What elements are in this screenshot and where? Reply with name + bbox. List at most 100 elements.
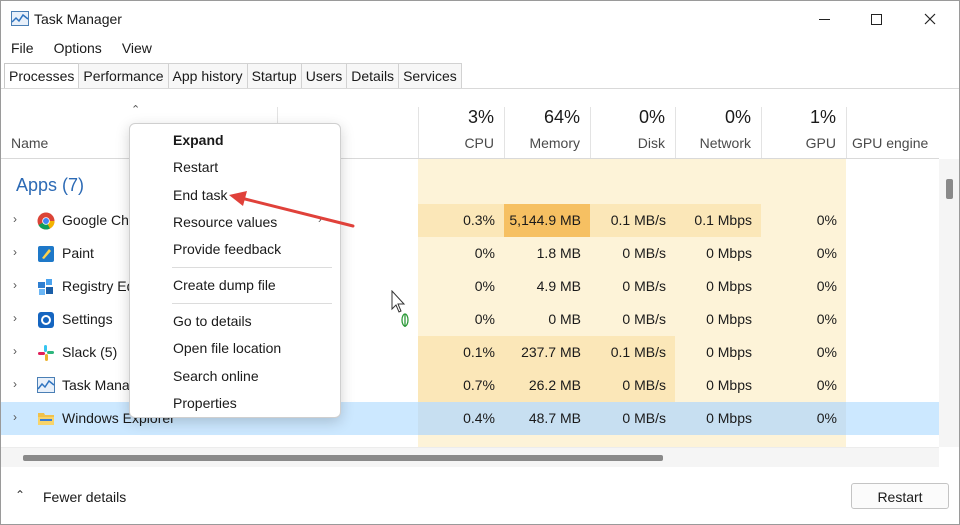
cell-network: 0 Mbps bbox=[706, 245, 752, 261]
cell-cpu: 0% bbox=[474, 311, 495, 327]
cell-disk: 0.1 MB/s bbox=[590, 204, 675, 237]
ctx-end-task[interactable]: End task bbox=[173, 187, 227, 203]
cell-gpu: 0% bbox=[816, 311, 837, 327]
menu-view[interactable]: View bbox=[112, 37, 162, 61]
cell-network: 0 Mbps bbox=[706, 311, 752, 327]
cell-memory: 26.2 MB bbox=[504, 369, 590, 402]
horizontal-scrollbar[interactable] bbox=[1, 447, 939, 467]
vertical-scrollbar[interactable] bbox=[939, 159, 959, 447]
cell-gpu: 0% bbox=[816, 278, 837, 294]
ctx-expand[interactable]: Expand bbox=[173, 132, 224, 148]
ctx-open-file-location[interactable]: Open file location bbox=[173, 340, 281, 356]
maximize-icon bbox=[870, 13, 882, 25]
cell-disk: 0 MB/s bbox=[590, 369, 675, 402]
tab-startup[interactable]: Startup bbox=[246, 63, 302, 88]
tab-strip: Processes Performance App history Startu… bbox=[4, 63, 462, 89]
cell-memory: 0 MB bbox=[548, 311, 581, 327]
settings-icon bbox=[37, 311, 55, 329]
cell-gpu: 0% bbox=[761, 402, 846, 435]
network-total: 0% bbox=[724, 107, 751, 127]
chrome-icon bbox=[37, 212, 55, 230]
chevron-right-icon[interactable]: › bbox=[13, 344, 17, 358]
network-label: Network bbox=[699, 135, 751, 151]
tab-details[interactable]: Details bbox=[346, 63, 400, 88]
cell-network: 0 Mbps bbox=[706, 377, 752, 393]
chevron-right-icon[interactable]: › bbox=[13, 377, 17, 391]
cell-memory: 1.8 MB bbox=[536, 245, 581, 261]
chevron-right-icon[interactable]: › bbox=[13, 311, 17, 325]
menu-options[interactable]: Options bbox=[44, 37, 112, 61]
column-disk[interactable]: 0% Disk bbox=[590, 107, 675, 159]
paint-icon bbox=[37, 245, 55, 263]
tab-services[interactable]: Services bbox=[398, 63, 462, 88]
chevron-right-icon[interactable]: › bbox=[13, 410, 17, 424]
cell-memory: 5,144.9 MB bbox=[504, 204, 590, 237]
gpu-total: 1% bbox=[809, 107, 836, 127]
tab-app-history[interactable]: App history bbox=[167, 63, 248, 88]
ctx-separator bbox=[172, 267, 332, 268]
cell-disk: 0 MB/s bbox=[590, 402, 675, 435]
horizontal-scroll-thumb[interactable] bbox=[23, 455, 663, 461]
group-header-apps[interactable]: Apps (7) bbox=[16, 175, 84, 196]
gpu-engine-total bbox=[852, 107, 929, 128]
context-menu: Expand Restart End task Resource values … bbox=[129, 123, 341, 418]
cell-disk: 0 MB/s bbox=[622, 245, 666, 261]
ctx-search-online[interactable]: Search online bbox=[173, 368, 259, 384]
cell-cpu: 0.1% bbox=[418, 336, 504, 369]
cell-disk: 0 MB/s bbox=[622, 311, 666, 327]
folder-icon bbox=[37, 410, 55, 428]
sort-caret-icon: ⌃ bbox=[131, 104, 141, 116]
column-cpu[interactable]: 3% CPU bbox=[418, 107, 504, 159]
column-name[interactable]: Name bbox=[11, 135, 48, 151]
ctx-properties[interactable]: Properties bbox=[173, 395, 237, 411]
close-icon bbox=[924, 13, 936, 25]
column-gpu[interactable]: 1% GPU bbox=[761, 107, 846, 159]
ctx-resource-values[interactable]: Resource values bbox=[173, 214, 277, 230]
vertical-scroll-thumb[interactable] bbox=[946, 179, 953, 199]
gpu-engine-label: GPU engine bbox=[852, 135, 929, 151]
task-manager-icon bbox=[37, 377, 55, 395]
cell-memory: 237.7 MB bbox=[504, 336, 590, 369]
cell-memory: 4.9 MB bbox=[536, 278, 581, 294]
fewer-details-link[interactable]: Fewer details bbox=[43, 489, 126, 505]
cell-gpu: 0% bbox=[816, 377, 837, 393]
ctx-restart[interactable]: Restart bbox=[173, 159, 218, 175]
footer: ⌃ Fewer details Restart bbox=[1, 467, 959, 524]
minimize-button[interactable] bbox=[801, 1, 847, 37]
cell-cpu: 0.4% bbox=[418, 402, 504, 435]
column-memory[interactable]: 64% Memory bbox=[504, 107, 590, 159]
ctx-separator bbox=[172, 303, 332, 304]
chevron-right-icon[interactable]: › bbox=[13, 278, 17, 292]
maximize-button[interactable] bbox=[853, 1, 899, 37]
process-name: Paint bbox=[62, 245, 94, 261]
ctx-provide-feedback[interactable]: Provide feedback bbox=[173, 241, 281, 257]
menu-file[interactable]: File bbox=[1, 37, 44, 61]
cell-network: 0 Mbps bbox=[675, 402, 761, 435]
ctx-create-dump-file[interactable]: Create dump file bbox=[173, 277, 276, 293]
tab-processes[interactable]: Processes bbox=[4, 63, 80, 89]
tab-users[interactable]: Users bbox=[300, 63, 348, 88]
task-manager-window: Task Manager File Options View Processes… bbox=[0, 0, 960, 525]
restart-button[interactable]: Restart bbox=[851, 483, 949, 509]
cell-gpu: 0% bbox=[816, 344, 837, 360]
close-button[interactable] bbox=[907, 1, 953, 37]
window-title: Task Manager bbox=[34, 11, 122, 27]
cell-network: 0 Mbps bbox=[706, 344, 752, 360]
cell-memory: 48.7 MB bbox=[504, 402, 590, 435]
tab-performance[interactable]: Performance bbox=[78, 63, 169, 88]
chevron-up-icon[interactable]: ⌃ bbox=[15, 488, 25, 502]
cell-gpu: 0% bbox=[816, 212, 837, 228]
cell-cpu: 0.3% bbox=[418, 204, 504, 237]
chevron-right-icon[interactable]: › bbox=[13, 245, 17, 259]
mouse-cursor-icon bbox=[391, 290, 409, 327]
cpu-label: CPU bbox=[464, 135, 494, 151]
cell-gpu: 0% bbox=[816, 245, 837, 261]
slack-icon bbox=[37, 344, 55, 362]
ctx-go-to-details[interactable]: Go to details bbox=[173, 313, 252, 329]
chevron-right-icon[interactable]: › bbox=[13, 212, 17, 226]
column-gpu-engine[interactable]: GPU engine bbox=[846, 107, 939, 159]
cell-disk: 0 MB/s bbox=[622, 278, 666, 294]
column-network[interactable]: 0% Network bbox=[675, 107, 761, 159]
registry-icon bbox=[37, 278, 55, 296]
cell-network: 0.1 Mbps bbox=[675, 204, 761, 237]
